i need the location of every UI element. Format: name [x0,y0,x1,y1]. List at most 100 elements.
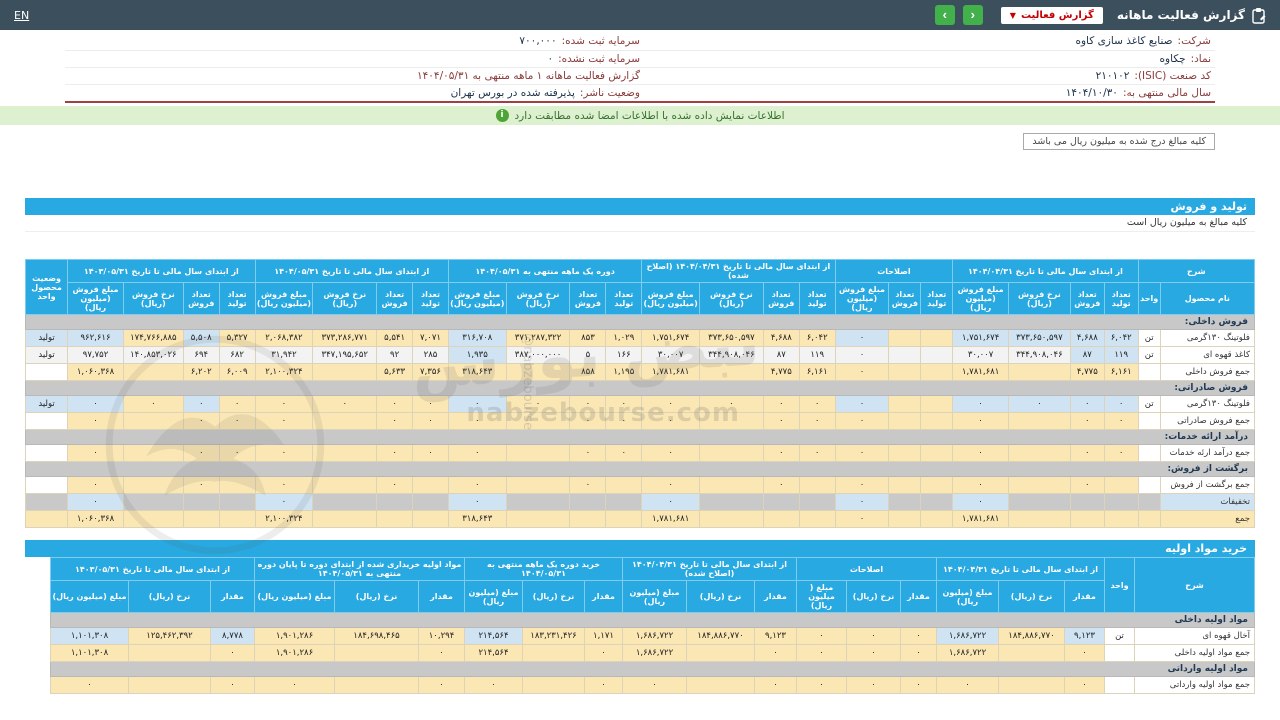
value-cell [699,493,764,511]
value-cell: ۰ [900,627,937,645]
column-subheader: نرخ فروش (ریال) [505,282,571,315]
value-cell: ۰ [762,412,800,430]
value-cell [888,476,922,494]
column-subheader: مبلغ فروش (میلیون ریال) [447,282,507,315]
value-cell [312,412,378,430]
value-cell: ۰ [254,476,314,494]
value-cell: ۳۱۸,۶۴۳ [447,363,507,381]
value-cell [798,476,836,494]
value-cell: ۰ [846,644,901,662]
value-cell [569,510,607,528]
value-cell: ۰ [798,412,836,430]
row-label: جمع مواد اولیه وارداتی [1134,676,1255,694]
row-unit: تن [1137,346,1161,364]
value-cell: ۱۸۴,۸۸۶,۷۷۰ [998,627,1065,645]
value-cell [128,644,211,662]
value-cell [505,444,571,462]
value-cell: ۱,۶۸۶,۷۲۲ [936,644,999,662]
value-cell: ۳۱۸,۶۴۳ [447,510,507,528]
value-cell: ۳۷۳,۶۵۰,۵۹۷ [1008,329,1071,347]
value-cell [605,476,643,494]
value-cell: ۷,۳۵۶ [412,363,449,381]
group-header-row: مواد اولیه وارداتی [50,661,1255,677]
value-cell: ۱۸۳,۲۳۱,۴۲۶ [522,627,585,645]
value-cell [569,493,607,511]
value-cell [888,363,922,381]
value-cell: ۰ [834,329,890,347]
column-group-header: اصلاحات [796,557,937,581]
value-cell: ۱,۹۰۱,۲۸۶ [254,627,335,645]
value-cell [505,493,571,511]
row-unit [1137,363,1161,381]
value-cell: ۰ [312,395,378,413]
value-cell: ۱۱۹ [1103,346,1139,364]
row-unit [1104,644,1135,662]
value-cell: ۰ [641,412,701,430]
value-cell: ۰ [67,444,124,462]
value-cell: ۰ [846,676,901,694]
value-cell: ۰ [1103,412,1139,430]
value-cell: ۰ [569,395,607,413]
product-status-cell: تولید [24,329,69,347]
value-cell: ۶۹۴ [182,346,220,364]
group-header-row: فروش صادراتی: [25,380,1255,396]
column-group-header: مواد اولیه خریداری شده از ابتدای دوره تا… [254,557,465,581]
column-subheader: تعداد تولید [920,282,954,315]
row-unit [1104,676,1135,694]
value-cell [122,412,184,430]
value-cell [888,395,922,413]
value-cell: ۱,۱۷۱ [584,627,623,645]
unit-header: واحد [1104,557,1135,613]
chevron-down-icon: ▼ [1009,10,1016,20]
product-status-cell [24,412,69,430]
previous-report-button[interactable]: ‹ [962,5,983,25]
value-cell: ۰ [952,395,1009,413]
value-cell: ۰ [952,476,1009,494]
value-cell: ۴,۶۸۸ [762,329,800,347]
column-subheader: نرخ (ریال) [846,580,901,613]
product-status-cell [24,493,69,511]
column-subheader: نرخ (ریال) [128,580,211,613]
value-cell: ۰ [834,510,890,528]
row-unit [1137,493,1161,511]
value-cell: ۶۸۲ [218,346,256,364]
value-cell: ۰ [900,644,937,662]
english-language-link[interactable]: EN [14,9,29,22]
value-cell [312,493,378,511]
column-group-header: از ابتدای سال مالی تا تاریخ ۱۴۰۴/۰۴/۳۱ [936,557,1105,581]
value-cell: ۰ [182,395,220,413]
next-report-button[interactable]: › [934,5,955,25]
group-label: فروش داخلی: [25,314,1255,330]
value-cell: ۰ [798,444,836,462]
value-cell: ۰ [122,395,184,413]
value-cell: ۱,۱۰۱,۳۰۸ [50,627,129,645]
value-cell [122,444,184,462]
value-cell: ۳۷۳,۶۵۰,۵۹۷ [699,329,764,347]
value-cell: ۰ [569,476,607,494]
product-status-cell [24,363,69,381]
column-subheader: مبلغ فروش (میلیون ریال) [952,282,1009,315]
value-cell [218,476,256,494]
value-cell: ۰ [1069,444,1105,462]
value-cell [888,510,922,528]
table-row: فلوتینگ ۱۳۰گرمی تن ۰ ۰ ۰ ۰ ۰ ۰ ۰ ۰ ۰ ۰ ۰ ۰ ۰ ۰ ۰ ۰ ۰ ۰ ۰ ۰ ۰ تو… [24,395,1256,413]
value-cell: ۰ [376,444,414,462]
value-cell: ۰ [182,444,220,462]
value-cell: ۱,۶۸۶,۷۲۲ [622,644,687,662]
value-cell [505,363,571,381]
report-type-dropdown[interactable]: گزارش فعالیت ▼ [1000,6,1103,24]
column-subheader: نرخ (ریال) [334,580,419,613]
value-cell: ۰ [952,444,1009,462]
value-cell: ۰ [67,493,124,511]
value-cell [182,510,220,528]
value-cell: ۳۴۴,۹۰۸,۰۴۶ [1008,346,1071,364]
value-cell: ۰ [447,412,507,430]
value-cell: ۱,۷۵۱,۶۷۴ [952,329,1009,347]
column-subheader: مقدار [754,580,797,613]
value-cell: ۳۱,۹۴۲ [254,346,314,364]
value-cell [888,493,922,511]
value-cell: ۰ [254,444,314,462]
value-cell: ۹۶۲,۶۱۶ [67,329,124,347]
raw-materials-table: شرح واحد از ابتدای سال مالی تا تاریخ ۱۴۰۴/… [50,557,1255,694]
header-row-symbol: نماد: چکاوه سرمایه ثبت نشده: ۰ [65,50,1215,67]
